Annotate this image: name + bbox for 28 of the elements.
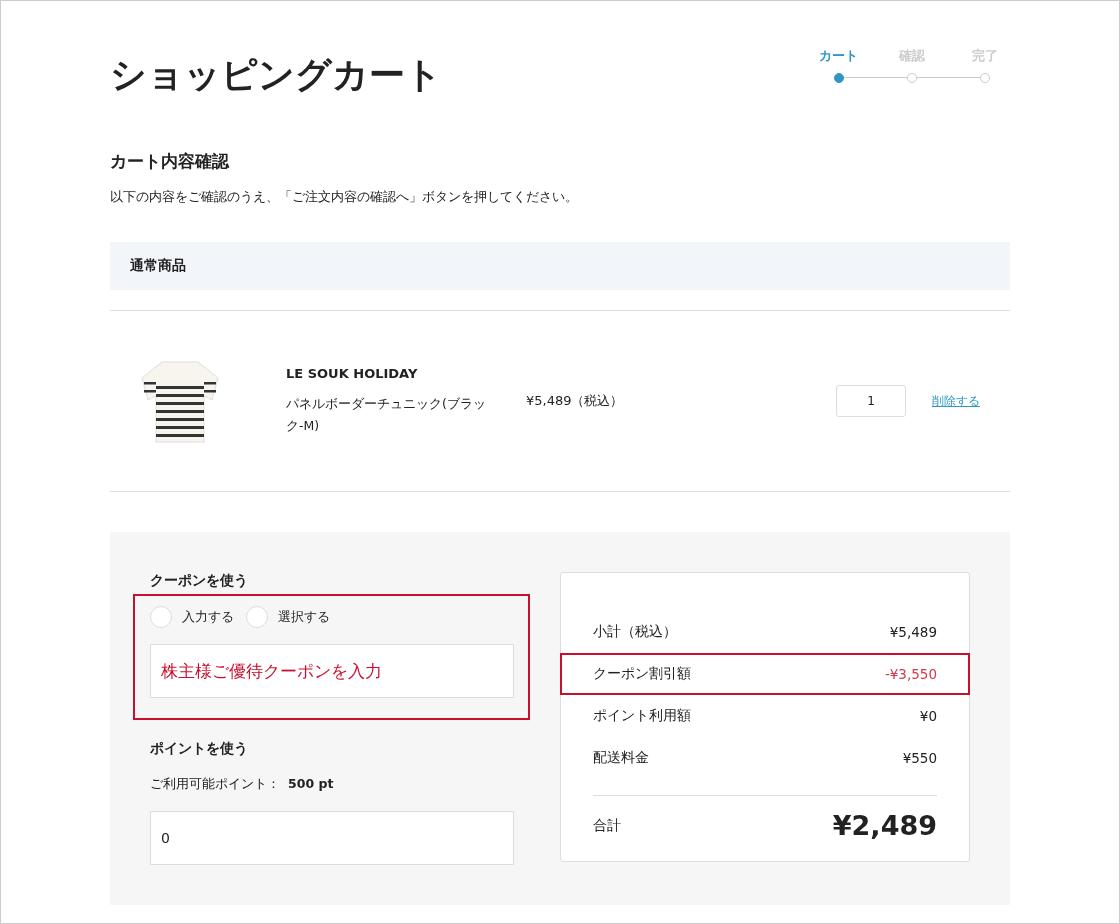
quantity-field[interactable]: 1 — [836, 385, 906, 417]
summary-label: 配送料金 — [593, 749, 649, 767]
radio-option[interactable]: 選択する — [246, 606, 330, 628]
summary-value: -¥3,550 — [884, 666, 937, 682]
total-value: ¥2,489 — [832, 810, 937, 841]
points-title: ポイントを使う — [150, 740, 249, 758]
points-field[interactable]: 0 — [150, 811, 514, 865]
summary-value: ¥5,489 — [889, 624, 937, 640]
available-points-label: ご利用可能ポイント： — [150, 776, 280, 793]
radio-option[interactable]: 入力する — [150, 606, 234, 628]
summary-value: ¥0 — [919, 708, 937, 724]
coupon-title: クーポンを使う — [150, 572, 249, 590]
group-header: 通常商品 — [110, 242, 1010, 290]
summary-label: クーポン割引額 — [593, 665, 691, 683]
coupon-field[interactable]: 株主様ご優待クーポンを入力 — [150, 644, 514, 698]
brand-name: LE SOUK HOLIDAY — [286, 365, 419, 381]
total-label: 合計 — [593, 816, 621, 835]
available-points-value: 500 pt — [288, 776, 334, 793]
page-title: ショッピングカート — [110, 53, 442, 97]
product-name: パネルボーダーチュニック(ブラック-M) — [286, 394, 487, 435]
product-price: ¥5,489（税込） — [526, 392, 625, 410]
remove-link[interactable]: 削除する — [932, 392, 980, 410]
section-title: カート内容確認 — [110, 150, 231, 173]
instructions: 以下の内容をご確認のうえ、「ご注文内容の確認へ」ボタンを押してください。 — [110, 189, 579, 206]
summary-label: ポイント利用額 — [593, 707, 691, 725]
summary-label: 小計（税込） — [593, 623, 677, 641]
summary-value: ¥550 — [902, 750, 937, 766]
step-label: カート — [819, 47, 859, 65]
